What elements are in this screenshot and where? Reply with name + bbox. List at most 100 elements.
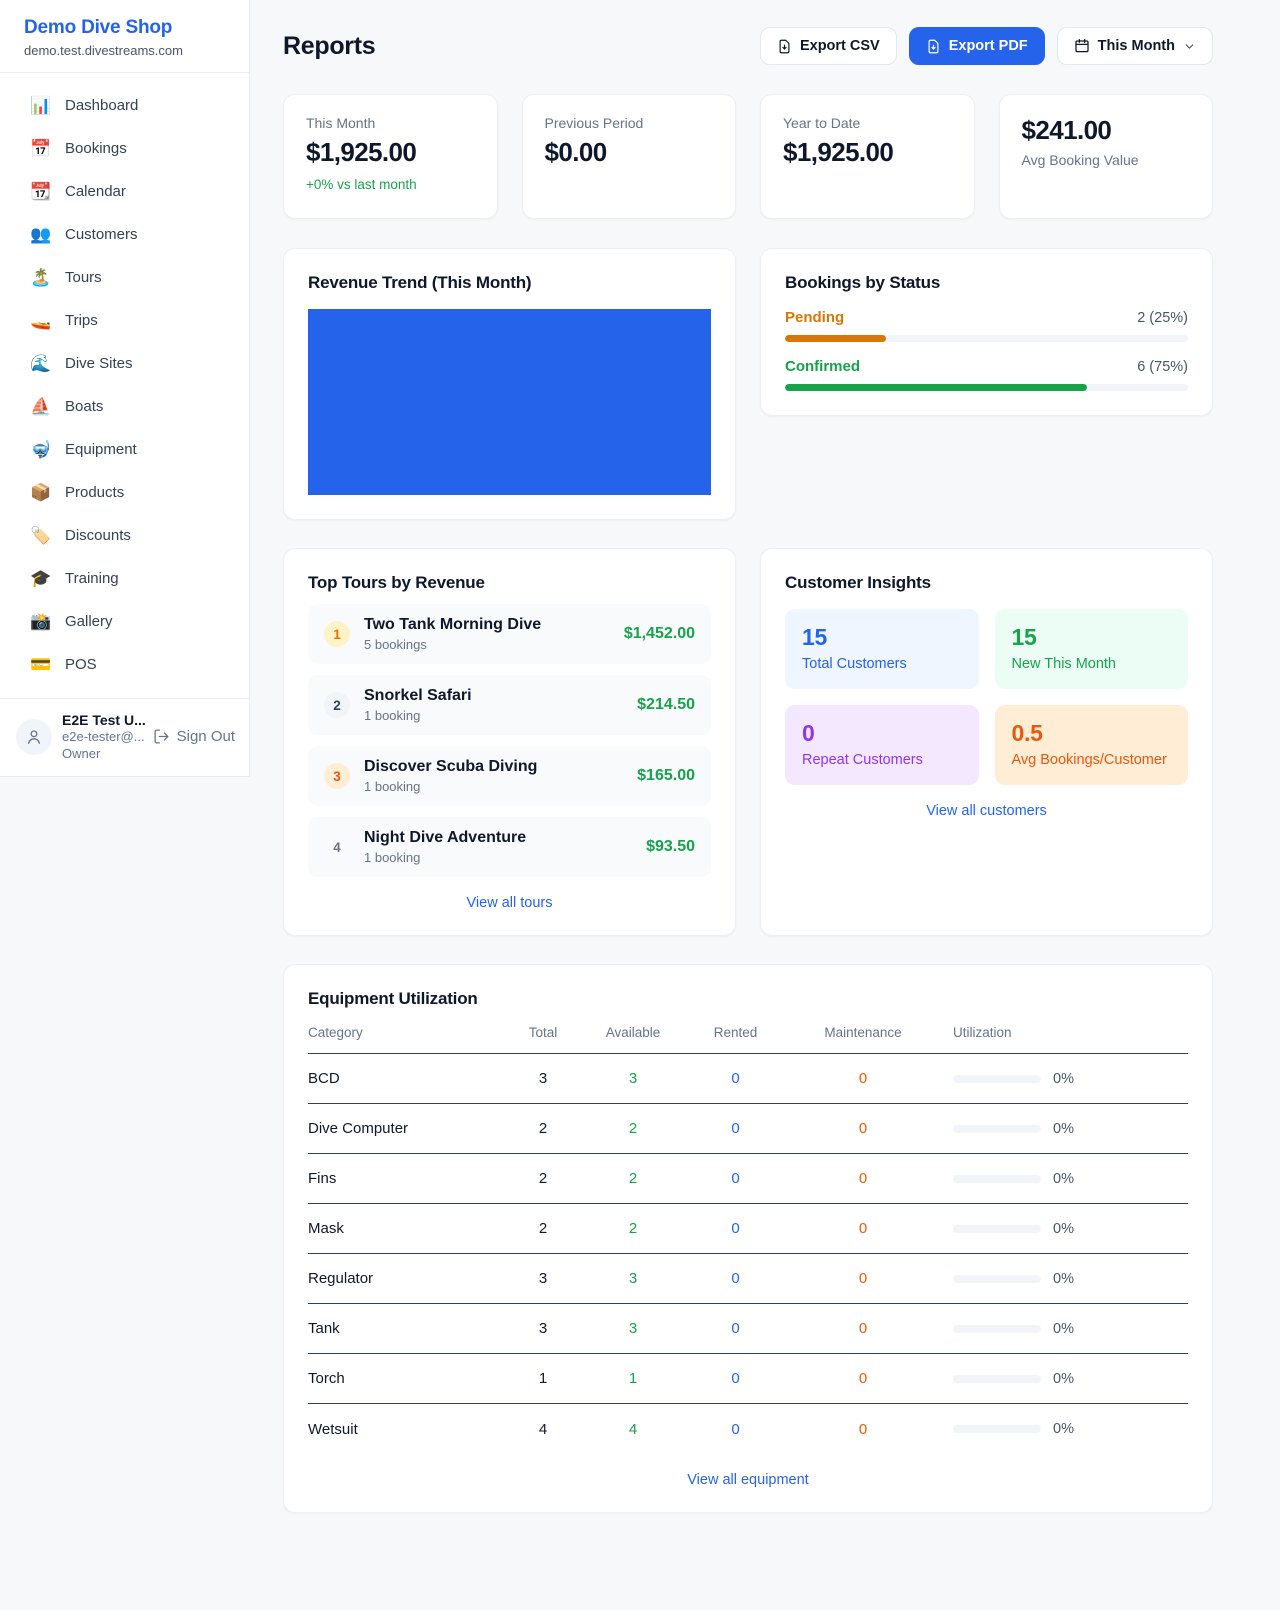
tour-list-item[interactable]: 4 Night Dive Adventure 1 booking $93.50 xyxy=(308,817,711,877)
equipment-rented: 0 xyxy=(688,1220,783,1237)
sidebar-item-calendar[interactable]: 📆 Calendar xyxy=(0,170,249,213)
chevron-down-icon xyxy=(1183,40,1196,53)
sidebar-item-training[interactable]: 🎓 Training xyxy=(0,557,249,600)
sidebar-item-label: Discounts xyxy=(65,527,131,544)
stat-label: Previous Period xyxy=(545,115,714,131)
equipment-rented: 0 xyxy=(688,1070,783,1087)
top-tours-card: Top Tours by Revenue 1 Two Tank Morning … xyxy=(283,548,736,936)
sidebar-item-label: Customers xyxy=(65,226,138,243)
dashboard-icon: 📊 xyxy=(30,97,50,114)
user-email: e2e-tester@... xyxy=(62,729,153,746)
utilization-percent: 0% xyxy=(1053,1171,1074,1187)
stat-card-previous-period: Previous Period $0.00 xyxy=(522,94,737,219)
utilization-percent: 0% xyxy=(1053,1421,1074,1437)
equipment-category: Fins xyxy=(308,1170,508,1187)
stat-label: Avg Booking Value xyxy=(1022,152,1191,168)
sign-out-icon xyxy=(153,728,170,745)
equipment-category: BCD xyxy=(308,1070,508,1087)
export-csv-button[interactable]: Export CSV xyxy=(760,27,897,65)
sidebar-item-pos[interactable]: 💳 POS xyxy=(0,643,249,686)
tile-label: New This Month xyxy=(1012,656,1172,672)
file-download-icon xyxy=(926,39,941,54)
sidebar-item-tours[interactable]: 🏝️ Tours xyxy=(0,256,249,299)
column-header-maintenance: Maintenance xyxy=(783,1025,943,1040)
sidebar-item-bookings[interactable]: 📅 Bookings xyxy=(0,127,249,170)
tour-list-item[interactable]: 1 Two Tank Morning Dive 5 bookings $1,45… xyxy=(308,604,711,664)
stat-change: +0% vs last month xyxy=(306,177,475,192)
file-download-icon xyxy=(777,39,792,54)
insights-row: Top Tours by Revenue 1 Two Tank Morning … xyxy=(283,548,1213,936)
stat-label: Year to Date xyxy=(783,115,952,131)
tour-revenue: $93.50 xyxy=(646,838,695,856)
equipment-available: 3 xyxy=(578,1070,688,1087)
equipment-total: 2 xyxy=(508,1120,578,1137)
equipment-maintenance: 0 xyxy=(783,1370,943,1387)
calendar-icon: 📆 xyxy=(30,183,50,200)
sidebar-item-label: Equipment xyxy=(65,441,137,458)
sidebar-item-boats[interactable]: ⛵ Boats xyxy=(0,385,249,428)
tile-label: Total Customers xyxy=(802,656,962,672)
view-all-equipment-link[interactable]: View all equipment xyxy=(308,1472,1188,1488)
bookings-by-status-title: Bookings by Status xyxy=(785,273,1188,293)
sidebar-item-label: Boats xyxy=(65,398,103,415)
revenue-trend-chart xyxy=(308,309,711,495)
sidebar-item-trips[interactable]: 🚤 Trips xyxy=(0,299,249,342)
top-tours-title: Top Tours by Revenue xyxy=(308,573,711,593)
view-all-tours-link[interactable]: View all tours xyxy=(308,895,711,911)
boats-icon: ⛵ xyxy=(30,398,50,415)
status-label: Pending xyxy=(785,309,844,326)
insight-tile-avg-bookings: 0.5 Avg Bookings/Customer xyxy=(995,705,1189,785)
equipment-table-header: Category Total Available Rented Maintena… xyxy=(308,1025,1188,1054)
tour-list-item[interactable]: 2 Snorkel Safari 1 booking $214.50 xyxy=(308,675,711,735)
sidebar-item-label: Products xyxy=(65,484,124,501)
sidebar-item-customers[interactable]: 👥 Customers xyxy=(0,213,249,256)
pos-icon: 💳 xyxy=(30,656,50,673)
sign-out-button[interactable]: Sign Out xyxy=(153,728,235,745)
equipment-category: Dive Computer xyxy=(308,1120,508,1137)
table-row: Dive Computer 2 2 0 0 0% xyxy=(308,1104,1188,1154)
shop-domain: demo.test.divestreams.com xyxy=(24,43,225,58)
utilization-bar xyxy=(953,1125,1041,1133)
equipment-category: Torch xyxy=(308,1370,508,1387)
sidebar-item-gallery[interactable]: 📸 Gallery xyxy=(0,600,249,643)
status-label: Confirmed xyxy=(785,358,860,375)
tile-value: 0 xyxy=(802,720,962,747)
column-header-category: Category xyxy=(308,1025,508,1040)
rank-badge: 1 xyxy=(324,621,350,647)
bookings-icon: 📅 xyxy=(30,140,50,157)
sidebar-item-products[interactable]: 📦 Products xyxy=(0,471,249,514)
trips-icon: 🚤 xyxy=(30,312,50,329)
utilization-bar xyxy=(953,1225,1041,1233)
sidebar-item-equipment[interactable]: 🤿 Equipment xyxy=(0,428,249,471)
user-section: E2E Test U... e2e-tester@... Owner Sign … xyxy=(0,698,249,776)
equipment-rented: 0 xyxy=(688,1120,783,1137)
sidebar-item-discounts[interactable]: 🏷️ Discounts xyxy=(0,514,249,557)
sidebar-item-dashboard[interactable]: 📊 Dashboard xyxy=(0,84,249,127)
export-pdf-button[interactable]: Export PDF xyxy=(909,27,1045,65)
utilization-bar xyxy=(953,1175,1041,1183)
gallery-icon: 📸 xyxy=(30,613,50,630)
period-dropdown[interactable]: This Month xyxy=(1057,27,1213,65)
sidebar-item-dive-sites[interactable]: 🌊 Dive Sites xyxy=(0,342,249,385)
utilization-percent: 0% xyxy=(1053,1071,1074,1087)
sidebar-item-label: Calendar xyxy=(65,183,126,200)
view-all-customers-link[interactable]: View all customers xyxy=(785,803,1188,819)
stat-value: $1,925.00 xyxy=(306,137,475,168)
equipment-available: 3 xyxy=(578,1270,688,1287)
rank-badge: 4 xyxy=(324,834,350,860)
rank-badge: 3 xyxy=(324,763,350,789)
shop-name[interactable]: Demo Dive Shop xyxy=(24,17,225,39)
tour-name: Discover Scuba Diving xyxy=(364,758,637,776)
stats-row: This Month $1,925.00 +0% vs last month P… xyxy=(283,94,1213,219)
column-header-utilization: Utilization xyxy=(943,1025,1188,1040)
tour-list-item[interactable]: 3 Discover Scuba Diving 1 booking $165.0… xyxy=(308,746,711,806)
stat-card-avg-booking-value: $241.00 Avg Booking Value xyxy=(999,94,1214,219)
sidebar-item-label: Training xyxy=(65,570,119,587)
export-pdf-label: Export PDF xyxy=(949,38,1028,54)
equipment-rented: 0 xyxy=(688,1270,783,1287)
sidebar-item-label: Dive Sites xyxy=(65,355,133,372)
tile-label: Avg Bookings/Customer xyxy=(1012,752,1172,768)
utilization-percent: 0% xyxy=(1053,1221,1074,1237)
sidebar-item-label: Trips xyxy=(65,312,98,329)
status-progress-fill xyxy=(785,384,1087,391)
